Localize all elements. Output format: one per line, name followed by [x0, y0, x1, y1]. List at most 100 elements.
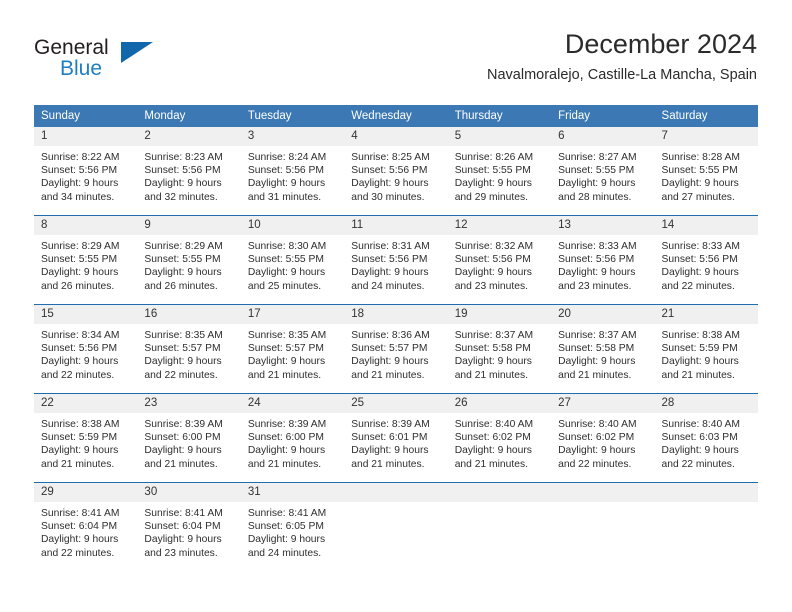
calendar-day-cell[interactable]: 28 Sunrise: 8:40 AM Sunset: 6:03 PM Dayligh…: [654, 393, 758, 483]
calendar-day-cell[interactable]: 15 Sunrise: 8:34 AM Sunset: 5:56 PM Dayligh…: [34, 304, 138, 394]
day-number: 18: [344, 305, 448, 324]
sunset-time: Sunset: 5:57 PM: [351, 343, 428, 355]
daylight-duration-line1: Daylight: 9 hours: [351, 267, 429, 279]
day-number: 11: [344, 216, 448, 235]
daylight-duration-line2: and 21 minutes.: [351, 458, 425, 470]
daylight-duration-line2: and 21 minutes.: [454, 458, 528, 470]
day-number: 10: [240, 216, 345, 235]
calendar-day-cell[interactable]: 3 Sunrise: 8:24 AM Sunset: 5:56 PM Daylight…: [240, 127, 345, 216]
day-number: 29: [34, 483, 138, 502]
daylight-duration-line2: and 22 minutes.: [41, 547, 115, 559]
calendar-day-cell[interactable]: 21 Sunrise: 8:38 AM Sunset: 5:59 PM Dayligh…: [654, 304, 758, 394]
sunset-time: Sunset: 5:59 PM: [41, 432, 118, 444]
daylight-duration-line2: and 22 minutes.: [558, 458, 632, 470]
day-details: Sunrise: 8:33 AM Sunset: 5:56 PM Daylight:…: [551, 235, 654, 293]
calendar-day-cell[interactable]: 19 Sunrise: 8:37 AM Sunset: 5:58 PM Dayligh…: [447, 304, 552, 394]
day-details: Sunrise: 8:41 AM Sunset: 6:05 PM Daylight:…: [241, 502, 344, 560]
weekday-header-friday: Friday: [551, 105, 655, 127]
weekday-header-tuesday: Tuesday: [240, 105, 345, 127]
calendar-body: 1 Sunrise: 8:22 AM Sunset: 5:56 PM Daylight…: [34, 127, 758, 571]
day-details: Sunrise: 8:38 AM Sunset: 5:59 PM Daylight:…: [655, 324, 758, 382]
calendar-day-cell[interactable]: 16 Sunrise: 8:35 AM Sunset: 5:57 PM Dayligh…: [137, 304, 241, 394]
calendar-day-cell[interactable]: 27 Sunrise: 8:40 AM Sunset: 6:02 PM Dayligh…: [551, 393, 655, 483]
daylight-duration-line1: Daylight: 9 hours: [558, 178, 636, 190]
daylight-duration-line1: Daylight: 9 hours: [454, 267, 532, 279]
day-cell: 3 Sunrise: 8:24 AM Sunset: 5:56 PM Daylight…: [240, 127, 345, 215]
sunrise-time: Sunrise: 8:40 AM: [661, 419, 740, 430]
calendar-day-cell[interactable]: [447, 482, 552, 571]
day-number: 24: [240, 394, 345, 413]
day-cell: 23 Sunrise: 8:39 AM Sunset: 6:00 PM Dayligh…: [137, 394, 241, 482]
calendar-day-cell[interactable]: 30 Sunrise: 8:41 AM Sunset: 6:04 PM Dayligh…: [137, 482, 241, 571]
daylight-duration-line2: and 23 minutes.: [144, 547, 218, 559]
calendar-day-cell[interactable]: 7 Sunrise: 8:28 AM Sunset: 5:55 PM Daylight…: [654, 127, 758, 216]
calendar-day-cell[interactable]: 6 Sunrise: 8:27 AM Sunset: 5:55 PM Daylight…: [551, 127, 655, 216]
daylight-duration-line1: Daylight: 9 hours: [351, 356, 429, 368]
calendar-day-cell[interactable]: 17 Sunrise: 8:35 AM Sunset: 5:57 PM Dayligh…: [240, 304, 345, 394]
calendar-day-cell[interactable]: 8 Sunrise: 8:29 AM Sunset: 5:55 PM Daylight…: [34, 215, 138, 305]
calendar-day-cell[interactable]: 13 Sunrise: 8:33 AM Sunset: 5:56 PM Dayligh…: [551, 215, 655, 305]
sunrise-time: Sunrise: 8:30 AM: [247, 241, 327, 252]
calendar-day-cell[interactable]: 11 Sunrise: 8:31 AM Sunset: 5:56 PM Dayligh…: [344, 215, 448, 305]
day-details: Sunrise: 8:33 AM Sunset: 5:56 PM Daylight:…: [655, 235, 758, 293]
calendar-day-cell[interactable]: 31 Sunrise: 8:41 AM Sunset: 6:05 PM Dayligh…: [240, 482, 345, 571]
sunset-time: Sunset: 5:55 PM: [661, 165, 738, 177]
sunrise-time: Sunrise: 8:39 AM: [144, 419, 223, 430]
calendar-week-row: 15 Sunrise: 8:34 AM Sunset: 5:56 PM Dayligh…: [34, 304, 758, 394]
sunset-time: Sunset: 5:57 PM: [247, 343, 324, 355]
sunrise-time: Sunrise: 8:29 AM: [41, 241, 120, 252]
calendar-day-cell[interactable]: [654, 482, 758, 571]
calendar-day-cell[interactable]: 29 Sunrise: 8:41 AM Sunset: 6:04 PM Dayligh…: [34, 482, 138, 571]
day-number: [654, 483, 758, 502]
sunrise-time: Sunrise: 8:33 AM: [661, 241, 740, 252]
calendar-day-cell[interactable]: 9 Sunrise: 8:29 AM Sunset: 5:55 PM Daylight…: [137, 215, 241, 305]
calendar-day-cell[interactable]: 25 Sunrise: 8:39 AM Sunset: 6:01 PM Dayligh…: [344, 393, 448, 483]
calendar-day-cell[interactable]: 2 Sunrise: 8:23 AM Sunset: 5:56 PM Daylight…: [137, 127, 241, 216]
daylight-duration-line1: Daylight: 9 hours: [661, 445, 739, 457]
day-cell: 16 Sunrise: 8:35 AM Sunset: 5:57 PM Dayligh…: [137, 305, 241, 393]
calendar-day-cell[interactable]: 24 Sunrise: 8:39 AM Sunset: 6:00 PM Dayligh…: [240, 393, 345, 483]
sunrise-time: Sunrise: 8:39 AM: [247, 419, 327, 430]
sunset-time: Sunset: 6:04 PM: [144, 521, 221, 533]
weekday-header-monday: Monday: [137, 105, 241, 127]
daylight-duration-line2: and 29 minutes.: [454, 191, 528, 203]
day-details: Sunrise: 8:29 AM Sunset: 5:55 PM Daylight:…: [137, 235, 240, 293]
sunset-time: Sunset: 5:56 PM: [351, 254, 428, 266]
day-details: Sunrise: 8:36 AM Sunset: 5:57 PM Daylight:…: [344, 324, 447, 382]
day-details: Sunrise: 8:28 AM Sunset: 5:55 PM Daylight:…: [655, 146, 758, 204]
day-number: 5: [447, 127, 552, 146]
day-cell: 11 Sunrise: 8:31 AM Sunset: 5:56 PM Dayligh…: [344, 216, 448, 304]
calendar-day-cell[interactable]: [551, 482, 655, 571]
day-number: 12: [447, 216, 552, 235]
daylight-duration-line1: Daylight: 9 hours: [144, 534, 222, 546]
day-number: 16: [137, 305, 241, 324]
sunset-time: Sunset: 5:55 PM: [247, 254, 324, 266]
calendar-day-cell[interactable]: 10 Sunrise: 8:30 AM Sunset: 5:55 PM Dayligh…: [240, 215, 345, 305]
calendar-day-cell[interactable]: [344, 482, 448, 571]
weekday-header-thursday: Thursday: [447, 105, 552, 127]
calendar-day-cell[interactable]: 20 Sunrise: 8:37 AM Sunset: 5:58 PM Dayligh…: [551, 304, 655, 394]
daylight-duration-line2: and 23 minutes.: [454, 280, 528, 292]
calendar-day-cell[interactable]: 4 Sunrise: 8:25 AM Sunset: 5:56 PM Daylight…: [344, 127, 448, 216]
daylight-duration-line2: and 21 minutes.: [144, 458, 218, 470]
daylight-duration-line2: and 23 minutes.: [558, 280, 632, 292]
calendar-day-cell[interactable]: 1 Sunrise: 8:22 AM Sunset: 5:56 PM Daylight…: [34, 127, 138, 216]
calendar-day-cell[interactable]: 5 Sunrise: 8:26 AM Sunset: 5:55 PM Daylight…: [447, 127, 552, 216]
day-number: 19: [447, 305, 552, 324]
calendar-day-cell[interactable]: 22 Sunrise: 8:38 AM Sunset: 5:59 PM Dayligh…: [34, 393, 138, 483]
calendar-day-cell[interactable]: 26 Sunrise: 8:40 AM Sunset: 6:02 PM Dayligh…: [447, 393, 552, 483]
sunset-time: Sunset: 6:02 PM: [454, 432, 531, 444]
daylight-duration-line2: and 24 minutes.: [247, 547, 322, 559]
daylight-duration-line2: and 21 minutes.: [661, 369, 735, 381]
sunrise-time: Sunrise: 8:27 AM: [558, 152, 637, 163]
calendar-day-cell[interactable]: 18 Sunrise: 8:36 AM Sunset: 5:57 PM Dayligh…: [344, 304, 448, 394]
daylight-duration-line2: and 28 minutes.: [558, 191, 632, 203]
calendar-day-cell[interactable]: 12 Sunrise: 8:32 AM Sunset: 5:56 PM Dayligh…: [447, 215, 552, 305]
daylight-duration-line1: Daylight: 9 hours: [558, 356, 636, 368]
sunset-time: Sunset: 5:56 PM: [454, 254, 531, 266]
day-number: 9: [137, 216, 241, 235]
calendar-day-cell[interactable]: 23 Sunrise: 8:39 AM Sunset: 6:00 PM Dayligh…: [137, 393, 241, 483]
day-details: Sunrise: 8:30 AM Sunset: 5:55 PM Daylight:…: [241, 235, 344, 293]
day-cell: 21 Sunrise: 8:38 AM Sunset: 5:59 PM Dayligh…: [654, 305, 758, 393]
calendar-day-cell[interactable]: 14 Sunrise: 8:33 AM Sunset: 5:56 PM Dayligh…: [654, 215, 758, 305]
